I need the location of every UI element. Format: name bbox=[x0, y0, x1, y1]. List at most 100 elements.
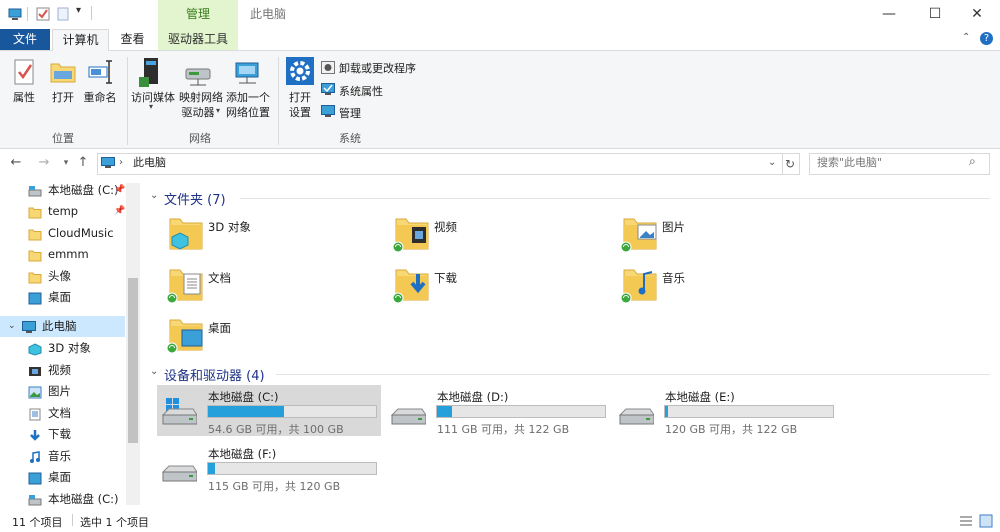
add-network-location-label2[interactable]: 网络位置 bbox=[225, 106, 271, 120]
this-pc-icon[interactable] bbox=[8, 7, 22, 21]
group-label-network: 网络 bbox=[189, 132, 211, 145]
new-folder-icon[interactable] bbox=[56, 7, 70, 21]
folder-icon bbox=[28, 248, 42, 262]
breadcrumb-chevron-icon[interactable]: › bbox=[119, 155, 123, 171]
system-properties-icon bbox=[321, 83, 335, 95]
address-bar[interactable] bbox=[97, 153, 783, 175]
folders-collapse-chevron-icon[interactable]: ⌄ bbox=[150, 190, 158, 201]
drive-name: 本地磁盘 (D:) bbox=[437, 390, 509, 404]
nav-this-pc-child[interactable]: 本地磁盘 (C:) bbox=[0, 489, 125, 510]
drive-c-icon bbox=[28, 493, 42, 506]
help-icon[interactable]: ? bbox=[980, 32, 993, 45]
folder-name: 视频 bbox=[434, 220, 457, 234]
group-separator bbox=[278, 57, 279, 145]
nav-item-label: 视频 bbox=[48, 362, 71, 377]
videos-icon bbox=[28, 364, 42, 377]
folder-item[interactable]: 桌面 bbox=[166, 314, 376, 358]
back-button[interactable]: ← bbox=[8, 155, 24, 171]
nav-quick-access-item[interactable]: emmm bbox=[0, 244, 125, 265]
nav-quick-access-item[interactable]: CloudMusic bbox=[0, 223, 125, 244]
properties-check-icon[interactable] bbox=[36, 7, 50, 21]
open-settings-button[interactable]: 打开 bbox=[284, 91, 316, 105]
tab-file[interactable]: 文件 bbox=[0, 29, 50, 50]
tab-computer[interactable]: 计算机 bbox=[52, 29, 109, 51]
drive-item[interactable]: 本地磁盘 (C:) 54.6 GB 可用，共 100 GB bbox=[157, 385, 381, 436]
pin-icon[interactable]: 📌 bbox=[114, 180, 125, 201]
nav-this-pc[interactable]: ⌄ 此电脑 bbox=[0, 316, 125, 337]
nav-scrollbar-thumb[interactable] bbox=[128, 278, 138, 443]
folder-name: 音乐 bbox=[662, 271, 685, 285]
refresh-button[interactable]: ↻ bbox=[781, 153, 800, 175]
folder-icon bbox=[28, 270, 42, 284]
nav-quick-access-item[interactable]: temp 📌 bbox=[0, 201, 125, 222]
drive-space-info: 115 GB 可用，共 120 GB bbox=[208, 480, 341, 493]
open-button[interactable]: 打开 bbox=[45, 91, 81, 105]
pin-icon[interactable]: 📌 bbox=[114, 201, 125, 222]
breadcrumb-this-pc[interactable]: 此电脑 bbox=[133, 155, 166, 171]
drive-usage-fill bbox=[437, 406, 453, 417]
folder-name: 3D 对象 bbox=[208, 220, 251, 234]
access-media-dropdown-icon[interactable]: ▾ bbox=[149, 102, 153, 111]
folder-item[interactable]: 文档 bbox=[166, 264, 376, 308]
tab-drive-tools[interactable]: 驱动器工具 bbox=[158, 29, 238, 50]
nav-this-pc-child[interactable]: 文档 bbox=[0, 403, 125, 424]
system-properties-button[interactable]: 系统属性 bbox=[339, 83, 383, 99]
nav-this-pc-child[interactable]: 音乐 bbox=[0, 446, 125, 467]
uninstall-programs-button[interactable]: 卸载或更改程序 bbox=[339, 60, 416, 76]
manage-button[interactable]: 管理 bbox=[339, 105, 361, 121]
minimize-button[interactable]: — bbox=[866, 0, 912, 29]
drives-collapse-chevron-icon[interactable]: ⌄ bbox=[150, 366, 158, 377]
nav-this-pc-child[interactable]: 视频 bbox=[0, 360, 125, 381]
nav-quick-access-item[interactable]: 本地磁盘 (C:) 📌 bbox=[0, 180, 125, 201]
folder-item[interactable]: 图片 bbox=[620, 213, 830, 257]
3d-objects-folder-icon bbox=[166, 213, 206, 256]
map-network-drive-label2[interactable]: 驱动器 bbox=[178, 106, 218, 120]
music-icon bbox=[28, 450, 42, 463]
tab-view[interactable]: 查看 bbox=[110, 29, 155, 50]
nav-this-pc-child[interactable]: 桌面 bbox=[0, 467, 125, 488]
maximize-button[interactable]: ☐ bbox=[912, 0, 958, 29]
folder-name: 下载 bbox=[434, 271, 457, 285]
rename-button[interactable]: 重命名 bbox=[80, 91, 120, 105]
add-network-location-icon bbox=[235, 62, 259, 84]
add-network-location-button[interactable]: 添加一个 bbox=[225, 91, 271, 105]
folder-item[interactable]: 视频 bbox=[392, 213, 602, 257]
chevron-down-icon[interactable]: ⌄ bbox=[8, 316, 16, 337]
folder-item[interactable]: 音乐 bbox=[620, 264, 830, 308]
close-button[interactable]: ✕ bbox=[954, 0, 1000, 29]
recent-locations-dropdown[interactable]: ▾ bbox=[58, 155, 74, 171]
drive-usage-bar bbox=[664, 405, 834, 418]
collapse-ribbon-icon[interactable]: ⌃ bbox=[962, 32, 970, 43]
drives-section-title[interactable]: 设备和驱动器 (4) bbox=[164, 365, 265, 384]
nav-this-pc-child[interactable]: 3D 对象 bbox=[0, 338, 125, 359]
drive-item[interactable]: 本地磁盘 (E:) 120 GB 可用，共 122 GB bbox=[614, 385, 838, 436]
folder-item[interactable]: 3D 对象 bbox=[166, 213, 376, 257]
nav-this-pc-child[interactable]: 图片 bbox=[0, 381, 125, 402]
context-tab-header: 管理 bbox=[158, 0, 238, 29]
up-button[interactable]: ↑ bbox=[75, 155, 91, 171]
nav-item-label: 本地磁盘 (C:) bbox=[48, 183, 119, 197]
folders-section-title[interactable]: 文件夹 (7) bbox=[164, 189, 226, 208]
properties-button[interactable]: 属性 bbox=[6, 91, 42, 105]
windows-drive-icon bbox=[161, 397, 198, 430]
hard-drive-icon bbox=[390, 397, 427, 430]
search-icon[interactable]: ⌕ bbox=[969, 154, 976, 169]
open-settings-label2[interactable]: 设置 bbox=[284, 106, 316, 120]
this-pc-icon bbox=[22, 320, 36, 333]
item-count: 11 个项目 bbox=[12, 516, 63, 529]
forward-button[interactable]: → bbox=[36, 155, 52, 171]
nav-this-pc-child[interactable]: 下载 bbox=[0, 424, 125, 445]
map-network-drive-button[interactable]: 映射网络 bbox=[178, 91, 224, 105]
nav-quick-access-item[interactable]: 头像 bbox=[0, 266, 125, 287]
folder-item[interactable]: 下载 bbox=[392, 264, 602, 308]
map-drive-dropdown-icon[interactable]: ▾ bbox=[216, 106, 220, 115]
folder-name: 文档 bbox=[208, 271, 231, 285]
customize-qa-dropdown-icon[interactable]: ▾ bbox=[76, 5, 81, 16]
nav-quick-access-item[interactable]: 桌面 bbox=[0, 287, 125, 308]
details-view-icon[interactable] bbox=[959, 515, 973, 527]
large-icons-view-icon[interactable] bbox=[979, 514, 993, 528]
address-dropdown-icon[interactable]: ⌄ bbox=[768, 154, 776, 172]
nav-item-label: 文档 bbox=[48, 405, 71, 420]
drive-item[interactable]: 本地磁盘 (D:) 111 GB 可用，共 122 GB bbox=[386, 385, 610, 436]
drive-item[interactable]: 本地磁盘 (F:) 115 GB 可用，共 120 GB bbox=[157, 442, 381, 493]
